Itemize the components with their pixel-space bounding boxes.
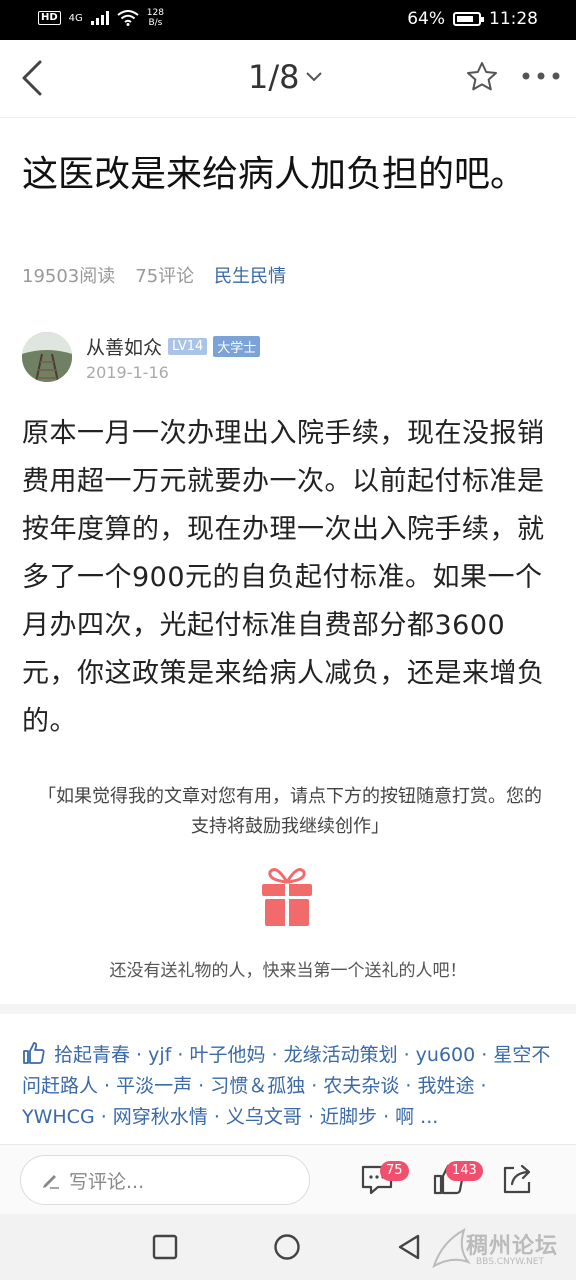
status-bar: HD 4G 128 B/s 64% 11:28: [0, 0, 576, 40]
author-info: 从善如众 LV14 大学士: [86, 333, 261, 360]
favorite-star-icon[interactable]: [465, 60, 499, 94]
comment-input[interactable]: 写评论...: [20, 1155, 310, 1205]
more-options-icon[interactable]: [521, 71, 561, 81]
category-link[interactable]: 民生民情: [214, 262, 286, 288]
recents-square-icon[interactable]: [152, 1234, 178, 1260]
top-nav-bar: 1/8: [0, 40, 576, 118]
page-indicator: 1/8: [248, 58, 300, 96]
read-count: 19503阅读: [22, 266, 116, 287]
battery-percent: 64%: [407, 9, 445, 29]
hd-indicator: HD: [38, 11, 61, 25]
gift-icon[interactable]: [258, 862, 316, 928]
wifi-icon: [117, 10, 139, 26]
page-selector[interactable]: 1/8: [248, 58, 322, 96]
comment-placeholder: 写评论...: [69, 1170, 145, 1193]
comment-bar: 写评论... 75 143: [0, 1144, 576, 1214]
level-badge: LV14: [168, 338, 208, 355]
home-circle-icon[interactable]: [273, 1233, 301, 1261]
reward-prompt: 「如果觉得我的文章对您有用，请点下方的按钮随意打赏。您的支持将鼓励我继续创作」: [38, 786, 542, 837]
share-icon[interactable]: [500, 1162, 534, 1196]
section-divider: [0, 1004, 576, 1014]
comment-count-text[interactable]: 75评论: [135, 262, 194, 288]
rank-badge: 大学士: [213, 336, 261, 357]
thumbs-up-icon: [23, 1042, 45, 1064]
clock: 11:28: [489, 9, 538, 29]
chevron-down-icon: [305, 72, 322, 82]
network-speed: 128 B/s: [146, 8, 164, 28]
signal-icon: [90, 11, 109, 25]
back-triangle-icon[interactable]: [396, 1233, 422, 1261]
avatar[interactable]: [22, 332, 72, 382]
watermark-name: 稠州论坛: [466, 1234, 559, 1259]
article-body: 原本一月一次办理出入院手续，现在没报销费用超一万元就要办一次。以前起付标准是按年…: [22, 418, 545, 737]
network-type: 4G: [68, 12, 83, 24]
author-name[interactable]: 从善如众: [86, 333, 162, 360]
post-date: 2019-1-16: [86, 363, 169, 382]
like-count-badge: 143: [446, 1161, 483, 1181]
article-meta: 19503阅读 75评论 民生民情: [22, 262, 286, 288]
likers-list: 拾起青春 · yjf · 叶子他妈 · 龙缘活动策划 · yu600 · 星空不…: [22, 1040, 562, 1144]
reward-hint: 还没有送礼物的人，快来当第一个送礼的人吧！: [109, 961, 467, 981]
watermark-url: BBS.CNYW.NET: [476, 1257, 544, 1267]
article-title: 这医改是来给病人加负担的吧。: [22, 154, 527, 195]
pencil-icon: [43, 1175, 59, 1189]
avatar-image: [22, 332, 72, 382]
back-arrow-icon[interactable]: [18, 58, 48, 98]
likers-names[interactable]: 拾起青春 · yjf · 叶子他妈 · 龙缘活动策划 · yu600 · 星空不…: [22, 1044, 550, 1128]
comment-count-badge: 75: [380, 1161, 409, 1181]
battery-icon: [453, 12, 484, 26]
